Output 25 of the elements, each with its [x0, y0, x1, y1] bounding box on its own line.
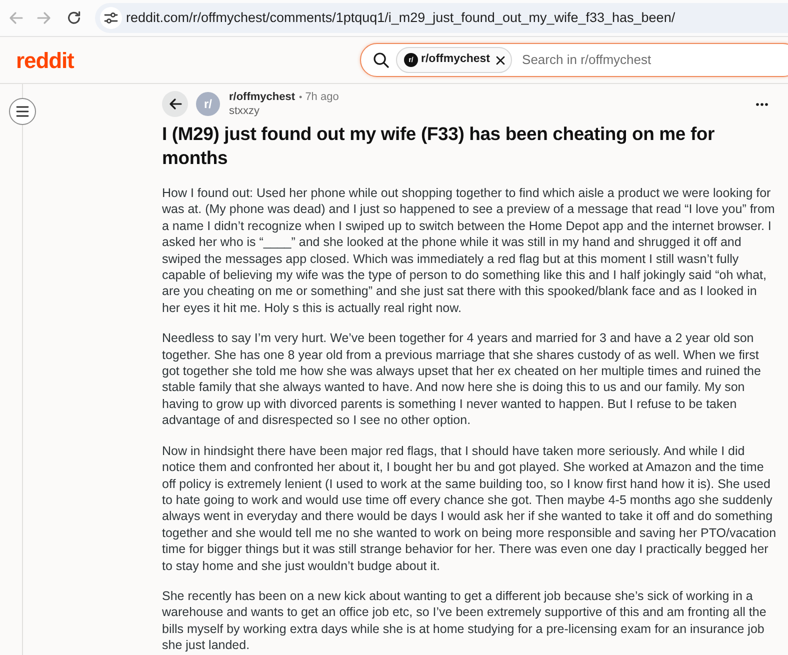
post-title: I (M29) just found out my wife (F33) has been cheating on me for months — [162, 122, 716, 170]
separator-dot: • — [299, 91, 302, 104]
back-button[interactable] — [162, 91, 188, 117]
reload-icon — [67, 11, 81, 25]
close-icon — [496, 56, 505, 64]
post-paragraph: How I found out: Used her phone while out shopping together to find which aisle a product we were looking for was at. (My phone was dead) and I just so happened to see a preview of a message that read “I love you” from a name I didn’t recognize when I swiped up to switch between the Home Depot app and the internet browser. I asked her who is “____” and she looked at the phone while it was still in my hand and shrugged it off and swiped the messages app closed. Which was immediately a red flag but at this moment I still wasn’t fully capable of believing my wife was the type of person to do something like this and I half jokingly said “oh what, are you cheating on me or something” and she just sat there with this spooked/blank face and as I looked in her eyes it hit me. Holy s this is actually real right now. — [162, 185, 776, 316]
address-bar[interactable]: reddit.com/r/offmychest/comments/1ptquq1/i_m29_just_found_out_my_wife_f33_has_been/ — [95, 3, 788, 33]
subreddit-link[interactable]: r/offmychest — [229, 90, 296, 104]
menu-icon — [16, 106, 29, 117]
back-arrow-icon — [9, 11, 23, 25]
post-paragraph: Needless to say I’m very hurt. We’ve been together for 4 years and married for 3 and have a 2 year old son together. She has one 8 year old from a previous marriage that she shares custody of as well. When we first got together she told me how she was always upset that her ex cheated on her multiple times and ruined the stable family that she always wanted to have. And now here she is doing this to us and our family. My son having to grow up with divorced parents is something I never wanted to happen. But I refuse to be taken advantage of and disrespected so I see no other option. — [162, 330, 762, 429]
sliders-icon — [104, 12, 118, 24]
post-paragraph: She recently has been on a new kick about wanting to get a different job because she’s sick of working in a warehouse and wants to get an office job etc, so I’ve been extremely supportive of this and am fronting all the bills myself by working extra days while she is at home studying for a pre-licensing exam for an insurance job she just landed. — [162, 588, 768, 654]
remove-chip-button[interactable] — [494, 54, 506, 66]
chip-label: r/offmychest — [421, 52, 490, 68]
post-time: 7h ago — [305, 90, 339, 104]
author-link[interactable]: stxxzy — [229, 104, 260, 118]
post-paragraph: Now in hindsight there have been major red flags, that I should have taken more seriously. And while I did notice them and confronted her about it, I bought her bu and got played. She worked at Amazon and the time off policy is extremely lenient (I used to work at the same building too, so I know first hand how it is). She used to hate going to work and would use time off every chance she got. Then maybe 4-5 months ago she suddenly always went in everyday and there would be days I would ask her if she wanted to take it off and do something together and she would tell me no she wanted to work on being more responsible and saving her PTO/vacation time for bigger things but it was still strange behavior for her. There was even one day I practically begged her to stay home and she just wouldn’t budge about it. — [162, 442, 777, 574]
site-info-button[interactable] — [100, 7, 122, 29]
more-options-icon — [756, 102, 768, 106]
search-icon — [373, 52, 389, 68]
forward-arrow-icon — [37, 11, 51, 25]
url-text: reddit.com/r/offmychest/comments/1ptquq1/i_m29_just_found_out_my_wife_f33_has_been/ — [126, 8, 676, 27]
menu-button[interactable] — [9, 98, 36, 125]
back-arrow-icon — [168, 98, 182, 110]
